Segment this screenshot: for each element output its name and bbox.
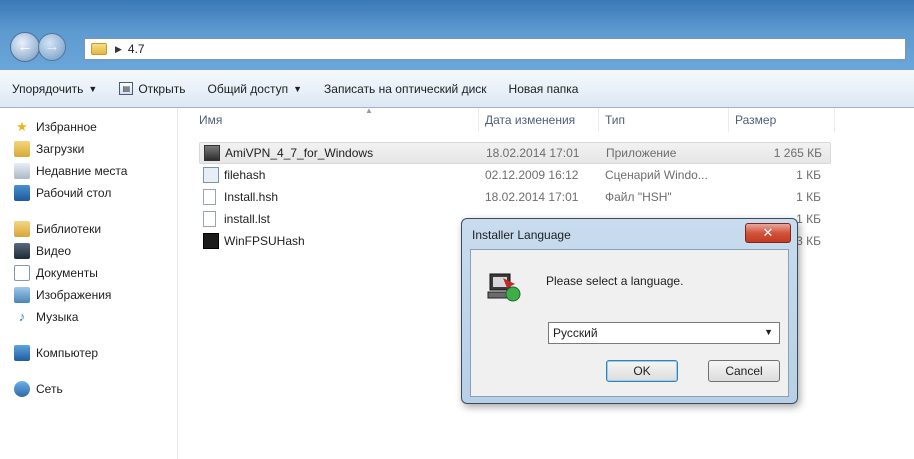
sidebar-item-label: Загрузки: [36, 142, 85, 156]
new-folder-button[interactable]: Новая папка: [509, 82, 579, 96]
sidebar-item-label: Компьютер: [36, 346, 99, 360]
sidebar-item-label: Изображения: [36, 288, 112, 302]
hash-app-icon: [203, 233, 219, 249]
file-name: filehash: [224, 168, 266, 182]
file-icon: [203, 189, 216, 205]
address-bar[interactable]: ▶ 4.7: [84, 38, 906, 60]
installer-language-dialog: Installer Language ✕ Please select a lan…: [461, 218, 798, 404]
back-button[interactable]: ←: [10, 32, 40, 62]
sidebar-item-libraries[interactable]: Библиотеки: [0, 218, 177, 240]
sidebar-item-video[interactable]: Видео: [0, 240, 177, 262]
organize-button[interactable]: Упорядочить ▼: [12, 82, 97, 96]
sidebar-item-computer[interactable]: Компьютер: [0, 342, 177, 364]
pictures-icon: [14, 287, 30, 303]
nav-buttons: ← →: [10, 32, 72, 62]
sidebar-item-label: Сеть: [36, 382, 63, 396]
sidebar-item-network[interactable]: Сеть: [0, 378, 177, 400]
video-icon: [14, 243, 30, 259]
dialog-body: Please select a language. Русский ▼ OK C…: [470, 249, 789, 397]
open-icon: ▤: [119, 82, 134, 95]
burn-button[interactable]: Записать на оптический диск: [324, 82, 487, 96]
sidebar-item-recent-places[interactable]: Недавние места: [0, 160, 177, 182]
sidebar-item-label: Недавние места: [36, 164, 128, 178]
computer-icon: [14, 345, 30, 361]
file-size: 1 КБ: [796, 190, 821, 204]
sidebar-item-music[interactable]: ♪ Музыка: [0, 306, 177, 328]
close-icon: ✕: [762, 225, 774, 240]
column-header-size[interactable]: Размер: [729, 108, 835, 132]
sidebar-item-label: Избранное: [36, 120, 97, 134]
forward-button[interactable]: →: [38, 33, 66, 61]
chevron-down-icon: ▼: [88, 83, 98, 94]
new-folder-label: Новая папка: [508, 81, 579, 96]
file-icon: [203, 211, 216, 227]
table-row[interactable]: filehash 02.12.2009 16:12 Сценарий Windo…: [199, 164, 825, 186]
file-name: WinFPSUHash: [224, 234, 305, 248]
sidebar-item-label: Рабочий стол: [36, 186, 112, 200]
sidebar-item-desktop[interactable]: Рабочий стол: [0, 182, 177, 204]
breadcrumb[interactable]: 4.7: [128, 42, 145, 56]
chevron-down-icon: ▼: [293, 83, 303, 94]
file-type: Файл "HSH": [605, 190, 672, 204]
documents-icon: [14, 265, 30, 281]
navigation-pane: ★ Избранное Загрузки Недавние места Рабо…: [0, 108, 178, 459]
share-label: Общий доступ: [207, 81, 289, 96]
sidebar-item-label: Музыка: [36, 310, 79, 324]
close-button[interactable]: ✕: [745, 223, 791, 243]
folder-icon: [91, 43, 107, 55]
installer-icon: [487, 273, 521, 302]
app-icon: [204, 145, 220, 161]
sort-ascending-icon: ▲: [365, 106, 373, 115]
column-header-type[interactable]: Тип: [599, 108, 729, 132]
organize-label: Упорядочить: [12, 81, 84, 96]
ok-button[interactable]: OK: [606, 360, 678, 382]
burn-label: Записать на оптический диск: [324, 81, 487, 96]
file-name: install.lst: [224, 212, 271, 226]
recent-places-icon: [14, 163, 30, 179]
libraries-icon: [14, 221, 30, 237]
sidebar-item-documents[interactable]: Документы: [0, 262, 177, 284]
file-size: 1 265 КБ: [773, 146, 822, 160]
column-header-date[interactable]: Дата изменения: [479, 108, 599, 132]
downloads-icon: [14, 141, 30, 157]
share-button[interactable]: Общий доступ ▼: [207, 82, 302, 96]
language-select[interactable]: Русский ▼: [548, 322, 780, 344]
open-label: Открыть: [138, 81, 186, 96]
open-button[interactable]: ▤ Открыть: [119, 82, 185, 96]
language-select-value: Русский: [553, 326, 598, 340]
file-date: 18.02.2014 17:01: [485, 190, 579, 204]
sidebar-item-favorites[interactable]: ★ Избранное: [0, 116, 177, 138]
script-icon: [203, 167, 219, 183]
cancel-button[interactable]: Cancel: [708, 360, 780, 382]
sidebar-item-label: Видео: [36, 244, 72, 258]
toolbar: Упорядочить ▼ ▤ Открыть Общий доступ ▼ З…: [0, 70, 914, 108]
table-row[interactable]: AmiVPN_4_7_for_Windows 18.02.2014 17:01 …: [199, 142, 831, 164]
column-header-row: Имя Дата изменения Тип Размер: [179, 108, 835, 132]
file-type: Сценарий Windo...: [605, 168, 708, 182]
network-icon: [14, 381, 30, 397]
sidebar-item-label: Документы: [36, 266, 98, 280]
file-date: 18.02.2014 17:01: [486, 146, 580, 160]
file-name: Install.hsh: [224, 190, 279, 204]
sidebar-item-label: Библиотеки: [36, 222, 102, 236]
file-date: 02.12.2009 16:12: [485, 168, 579, 182]
column-header-name[interactable]: Имя: [179, 108, 479, 132]
star-icon: ★: [16, 119, 28, 134]
desktop-icon: [14, 185, 30, 201]
file-type: Приложение: [606, 146, 677, 160]
chevron-down-icon: ▼: [764, 327, 773, 337]
dialog-message: Please select a language.: [546, 274, 684, 288]
dialog-title: Installer Language: [472, 228, 571, 242]
breadcrumb-arrow-icon: ▶: [115, 43, 122, 54]
title-bar: ← → ▶ 4.7: [0, 0, 914, 70]
table-row[interactable]: Install.hsh 18.02.2014 17:01 Файл "HSH" …: [199, 186, 825, 208]
file-size: 1 КБ: [796, 168, 821, 182]
sidebar-item-downloads[interactable]: Загрузки: [0, 138, 177, 160]
music-icon: ♪: [18, 309, 26, 324]
sidebar-item-pictures[interactable]: Изображения: [0, 284, 177, 306]
file-name: AmiVPN_4_7_for_Windows: [225, 146, 374, 160]
